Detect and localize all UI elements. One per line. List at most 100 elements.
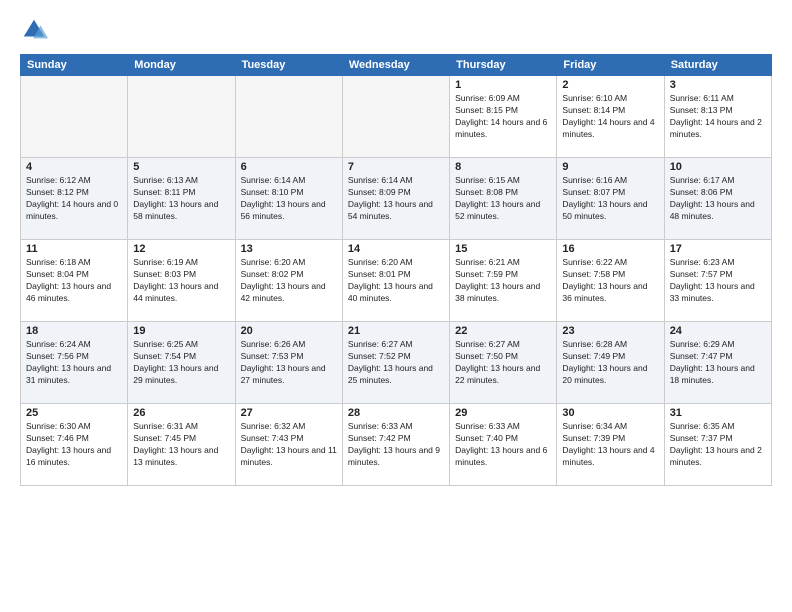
- day-info: Sunrise: 6:24 AMSunset: 7:56 PMDaylight:…: [26, 339, 122, 387]
- col-header-saturday: Saturday: [664, 55, 771, 76]
- day-info: Sunrise: 6:16 AMSunset: 8:07 PMDaylight:…: [562, 175, 658, 223]
- day-number: 4: [26, 161, 122, 173]
- day-number: 28: [348, 407, 444, 419]
- day-info: Sunrise: 6:12 AMSunset: 8:12 PMDaylight:…: [26, 175, 122, 223]
- calendar-cell: 21 Sunrise: 6:27 AMSunset: 7:52 PMDayligh…: [342, 322, 449, 404]
- calendar-cell: [342, 76, 449, 158]
- calendar-cell: 16Sunrise: 6:22 AMSunset: 7:58 PMDayligh…: [557, 240, 664, 322]
- day-info: Sunrise: 6:13 AMSunset: 8:11 PMDaylight:…: [133, 175, 229, 223]
- day-number: 27: [241, 407, 337, 419]
- day-number: 23: [562, 325, 658, 337]
- header: [20, 16, 772, 44]
- logo: [20, 16, 52, 44]
- col-header-thursday: Thursday: [450, 55, 557, 76]
- calendar-cell: 27 Sunrise: 6:32 AMSunset: 7:43 PMDayligh…: [235, 404, 342, 486]
- calendar-header-row: SundayMondayTuesdayWednesdayThursdayFrid…: [21, 55, 772, 76]
- day-info: Sunrise: 6:20 AMSunset: 8:02 PMDaylight:…: [241, 257, 337, 305]
- logo-icon: [20, 16, 48, 44]
- calendar-cell: 18 Sunrise: 6:24 AMSunset: 7:56 PMDayligh…: [21, 322, 128, 404]
- day-number: 2: [562, 79, 658, 91]
- day-number: 29: [455, 407, 551, 419]
- calendar-cell: 6Sunrise: 6:14 AMSunset: 8:10 PMDaylight…: [235, 158, 342, 240]
- calendar-cell: 13Sunrise: 6:20 AMSunset: 8:02 PMDayligh…: [235, 240, 342, 322]
- calendar-cell: [128, 76, 235, 158]
- day-info: Sunrise: 6:29 AMSunset: 7:47 PMDaylight:…: [670, 339, 766, 387]
- day-info: Sunrise: 6:15 AMSunset: 8:08 PMDaylight:…: [455, 175, 551, 223]
- day-info: Sunrise: 6:20 AMSunset: 8:01 PMDaylight:…: [348, 257, 444, 305]
- day-number: 17: [670, 243, 766, 255]
- col-header-monday: Monday: [128, 55, 235, 76]
- day-number: 14: [348, 243, 444, 255]
- calendar-cell: 19 Sunrise: 6:25 AMSunset: 7:54 PMDayligh…: [128, 322, 235, 404]
- day-number: 22: [455, 325, 551, 337]
- day-number: 12: [133, 243, 229, 255]
- day-number: 20: [241, 325, 337, 337]
- day-info: Sunrise: 6:33 AMSunset: 7:40 PMDaylight:…: [455, 421, 551, 469]
- day-info: Sunrise: 6:32 AMSunset: 7:43 PMDaylight:…: [241, 421, 337, 469]
- day-info: Sunrise: 6:28 AMSunset: 7:49 PMDaylight:…: [562, 339, 658, 387]
- calendar-cell: 29 Sunrise: 6:33 AMSunset: 7:40 PMDayligh…: [450, 404, 557, 486]
- calendar-cell: [235, 76, 342, 158]
- calendar-week-row: 11 Sunrise: 6:18 AMSunset: 8:04 PMDayligh…: [21, 240, 772, 322]
- calendar-cell: 31 Sunrise: 6:35 AMSunset: 7:37 PMDayligh…: [664, 404, 771, 486]
- day-info: Sunrise: 6:25 AMSunset: 7:54 PMDaylight:…: [133, 339, 229, 387]
- day-info: Sunrise: 6:33 AMSunset: 7:42 PMDaylight:…: [348, 421, 444, 469]
- calendar-cell: 11 Sunrise: 6:18 AMSunset: 8:04 PMDayligh…: [21, 240, 128, 322]
- day-number: 3: [670, 79, 766, 91]
- col-header-sunday: Sunday: [21, 55, 128, 76]
- day-number: 26: [133, 407, 229, 419]
- day-number: 31: [670, 407, 766, 419]
- day-number: 18: [26, 325, 122, 337]
- calendar-cell: 14 Sunrise: 6:20 AMSunset: 8:01 PMDayligh…: [342, 240, 449, 322]
- day-info: Sunrise: 6:27 AMSunset: 7:50 PMDaylight:…: [455, 339, 551, 387]
- calendar-week-row: 18 Sunrise: 6:24 AMSunset: 7:56 PMDayligh…: [21, 322, 772, 404]
- day-info: Sunrise: 6:09 AMSunset: 8:15 PMDaylight:…: [455, 93, 551, 141]
- calendar-cell: 17 Sunrise: 6:23 AMSunset: 7:57 PMDayligh…: [664, 240, 771, 322]
- col-header-wednesday: Wednesday: [342, 55, 449, 76]
- day-info: Sunrise: 6:21 AMSunset: 7:59 PMDaylight:…: [455, 257, 551, 305]
- day-number: 30: [562, 407, 658, 419]
- calendar-table: SundayMondayTuesdayWednesdayThursdayFrid…: [20, 54, 772, 486]
- day-number: 15: [455, 243, 551, 255]
- calendar-cell: 30 Sunrise: 6:34 AMSunset: 7:39 PMDayligh…: [557, 404, 664, 486]
- day-info: Sunrise: 6:35 AMSunset: 7:37 PMDaylight:…: [670, 421, 766, 469]
- calendar-cell: 2 Sunrise: 6:10 AMSunset: 8:14 PMDaylight…: [557, 76, 664, 158]
- calendar-cell: [21, 76, 128, 158]
- calendar-cell: 24 Sunrise: 6:29 AMSunset: 7:47 PMDayligh…: [664, 322, 771, 404]
- calendar-cell: 7 Sunrise: 6:14 AMSunset: 8:09 PMDaylight…: [342, 158, 449, 240]
- day-info: Sunrise: 6:14 AMSunset: 8:09 PMDaylight:…: [348, 175, 444, 223]
- calendar-week-row: 25Sunrise: 6:30 AMSunset: 7:46 PMDayligh…: [21, 404, 772, 486]
- calendar-cell: 28 Sunrise: 6:33 AMSunset: 7:42 PMDayligh…: [342, 404, 449, 486]
- calendar-cell: 22 Sunrise: 6:27 AMSunset: 7:50 PMDayligh…: [450, 322, 557, 404]
- day-number: 19: [133, 325, 229, 337]
- calendar-cell: 1 Sunrise: 6:09 AMSunset: 8:15 PMDaylight…: [450, 76, 557, 158]
- day-number: 25: [26, 407, 122, 419]
- day-info: Sunrise: 6:26 AMSunset: 7:53 PMDaylight:…: [241, 339, 337, 387]
- calendar-cell: 20 Sunrise: 6:26 AMSunset: 7:53 PMDayligh…: [235, 322, 342, 404]
- calendar-cell: 23 Sunrise: 6:28 AMSunset: 7:49 PMDayligh…: [557, 322, 664, 404]
- day-number: 9: [562, 161, 658, 173]
- calendar-cell: 5Sunrise: 6:13 AMSunset: 8:11 PMDaylight…: [128, 158, 235, 240]
- day-number: 8: [455, 161, 551, 173]
- day-info: Sunrise: 6:34 AMSunset: 7:39 PMDaylight:…: [562, 421, 658, 469]
- calendar-cell: 4 Sunrise: 6:12 AMSunset: 8:12 PMDaylight…: [21, 158, 128, 240]
- day-number: 11: [26, 243, 122, 255]
- calendar-cell: 26 Sunrise: 6:31 AMSunset: 7:45 PMDayligh…: [128, 404, 235, 486]
- calendar-cell: 9 Sunrise: 6:16 AMSunset: 8:07 PMDaylight…: [557, 158, 664, 240]
- calendar-week-row: 4 Sunrise: 6:12 AMSunset: 8:12 PMDaylight…: [21, 158, 772, 240]
- day-info: Sunrise: 6:22 AMSunset: 7:58 PMDaylight:…: [562, 257, 658, 305]
- day-info: Sunrise: 6:23 AMSunset: 7:57 PMDaylight:…: [670, 257, 766, 305]
- day-info: Sunrise: 6:27 AMSunset: 7:52 PMDaylight:…: [348, 339, 444, 387]
- day-info: Sunrise: 6:10 AMSunset: 8:14 PMDaylight:…: [562, 93, 658, 141]
- day-info: Sunrise: 6:18 AMSunset: 8:04 PMDaylight:…: [26, 257, 122, 305]
- day-info: Sunrise: 6:31 AMSunset: 7:45 PMDaylight:…: [133, 421, 229, 469]
- day-number: 21: [348, 325, 444, 337]
- calendar-cell: 15 Sunrise: 6:21 AMSunset: 7:59 PMDayligh…: [450, 240, 557, 322]
- page: SundayMondayTuesdayWednesdayThursdayFrid…: [0, 0, 792, 612]
- col-header-tuesday: Tuesday: [235, 55, 342, 76]
- calendar-cell: 25Sunrise: 6:30 AMSunset: 7:46 PMDayligh…: [21, 404, 128, 486]
- day-number: 24: [670, 325, 766, 337]
- day-number: 7: [348, 161, 444, 173]
- day-number: 1: [455, 79, 551, 91]
- calendar-week-row: 1 Sunrise: 6:09 AMSunset: 8:15 PMDaylight…: [21, 76, 772, 158]
